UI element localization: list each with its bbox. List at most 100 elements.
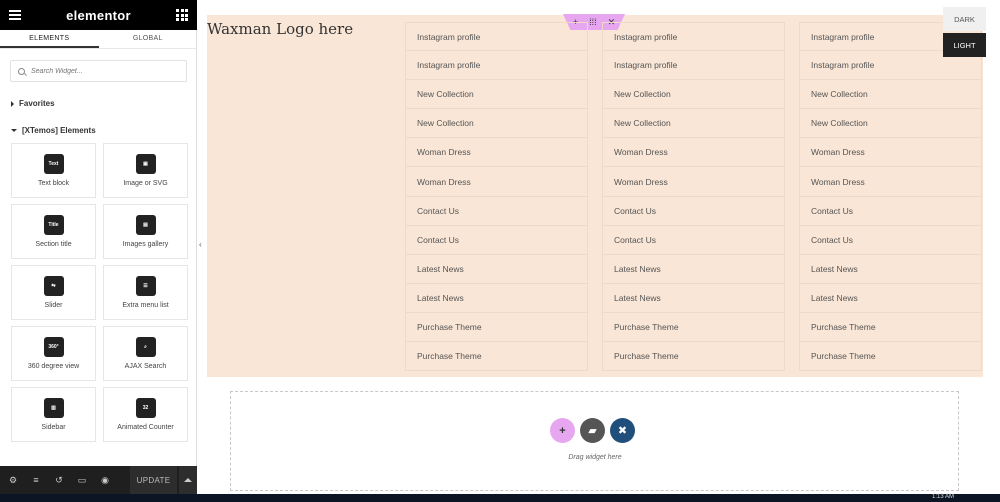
- menu-item[interactable]: Woman Dress: [799, 138, 982, 168]
- hamburger-menu-icon[interactable]: [9, 10, 21, 20]
- menu-item[interactable]: Woman Dress: [602, 138, 785, 168]
- menu-item[interactable]: Purchase Theme: [602, 342, 785, 372]
- widget-label: Section title: [35, 241, 72, 248]
- menu-item[interactable]: Latest News: [405, 283, 588, 313]
- xtemos-library-button[interactable]: ✖: [610, 418, 635, 443]
- menu-item[interactable]: Contact Us: [602, 225, 785, 255]
- update-button[interactable]: UPDATE: [130, 466, 177, 494]
- xtemos-elements-toggle[interactable]: [XTemos] Elements: [11, 126, 96, 135]
- navigator-icon[interactable]: ≡: [31, 475, 41, 485]
- add-new-section-button[interactable]: +: [550, 418, 575, 443]
- menu-item[interactable]: Latest News: [405, 254, 588, 284]
- menu-column-3: Instagram profile Instagram profile New …: [799, 22, 982, 372]
- sidebar-icon: ▥: [43, 398, 64, 418]
- widget-label: Sidebar: [41, 424, 66, 431]
- widget-label: Slider: [44, 302, 63, 309]
- search-input[interactable]: [31, 67, 181, 75]
- collapse-panel-icon[interactable]: ‹: [199, 240, 202, 249]
- caret-down-icon: [11, 129, 17, 132]
- widget-ajax-search[interactable]: ⌕ AJAX Search: [103, 326, 188, 381]
- menu-column-1: Instagram profile Instagram profile New …: [405, 22, 588, 372]
- widget-sidebar[interactable]: ▥ Sidebar: [11, 387, 96, 442]
- widget-images-gallery[interactable]: ▤ Images gallery: [103, 204, 188, 259]
- menu-item[interactable]: New Collection: [799, 80, 982, 110]
- menu-item[interactable]: New Collection: [405, 109, 588, 139]
- menu-item[interactable]: Contact Us: [405, 196, 588, 226]
- widget-section-title[interactable]: Title Section title: [11, 204, 96, 259]
- menu-item[interactable]: Instagram profile: [405, 51, 588, 81]
- xtemos-label: [XTemos] Elements: [22, 126, 96, 135]
- menu-item[interactable]: Latest News: [602, 283, 785, 313]
- widget-animated-counter[interactable]: 32 Animated Counter: [103, 387, 188, 442]
- favorites-toggle[interactable]: Favorites: [11, 99, 55, 108]
- menu-item[interactable]: Woman Dress: [405, 167, 588, 197]
- widget-label: Images gallery: [122, 241, 169, 248]
- section-title-icon: Title: [43, 215, 64, 235]
- widget-label: Image or SVG: [123, 180, 168, 187]
- menu-item[interactable]: Latest News: [602, 254, 785, 284]
- os-taskbar: [0, 494, 1000, 502]
- menu-item[interactable]: New Collection: [799, 109, 982, 139]
- taskbar-clock: 1:13 AM: [932, 494, 955, 500]
- site-logo-text: Waxman Logo here: [207, 20, 354, 38]
- widget-extra-menu-list[interactable]: ☰ Extra menu list: [103, 265, 188, 320]
- light-mode-button[interactable]: LIGHT: [943, 33, 986, 57]
- menu-item[interactable]: Contact Us: [405, 225, 588, 255]
- panel-header: elementor: [0, 0, 197, 30]
- caret-right-icon: [11, 100, 14, 107]
- menu-item[interactable]: Latest News: [799, 254, 982, 284]
- menu-item[interactable]: Purchase Theme: [799, 342, 982, 372]
- history-icon[interactable]: ↺: [54, 475, 64, 485]
- images-gallery-icon: ▤: [135, 215, 156, 235]
- slider-icon: ⇆: [43, 276, 64, 296]
- widget-label: AJAX Search: [124, 363, 167, 370]
- extra-menu-list-icon: ☰: [135, 276, 156, 296]
- menu-item[interactable]: Woman Dress: [405, 138, 588, 168]
- ajax-search-icon: ⌕: [135, 337, 156, 357]
- widget-360-view[interactable]: 360° 360 degree view: [11, 326, 96, 381]
- responsive-icon[interactable]: ▭: [77, 475, 87, 485]
- favorites-label: Favorites: [19, 99, 55, 108]
- menu-item[interactable]: New Collection: [405, 80, 588, 110]
- widget-label: Animated Counter: [117, 424, 174, 431]
- menu-item[interactable]: Latest News: [799, 283, 982, 313]
- widget-label: 360 degree view: [27, 363, 80, 370]
- menu-item[interactable]: Purchase Theme: [405, 312, 588, 343]
- menu-column-2: Instagram profile Instagram profile New …: [602, 22, 785, 372]
- text-block-icon: Text: [43, 154, 64, 174]
- menu-item[interactable]: Contact Us: [799, 196, 982, 226]
- drag-handle-icon[interactable]: ⁞⁞⁞: [589, 17, 597, 27]
- widget-search[interactable]: [10, 60, 187, 82]
- image-svg-icon: ▣: [135, 154, 156, 174]
- add-template-button[interactable]: ▰: [580, 418, 605, 443]
- menu-item[interactable]: New Collection: [602, 80, 785, 110]
- menu-item[interactable]: Instagram profile: [602, 51, 785, 81]
- dark-mode-button[interactable]: DARK: [943, 7, 986, 31]
- menu-item[interactable]: New Collection: [602, 109, 785, 139]
- menu-item[interactable]: Purchase Theme: [799, 312, 982, 343]
- menu-item[interactable]: Contact Us: [602, 196, 785, 226]
- chevron-up-icon: [184, 478, 192, 482]
- update-options-button[interactable]: [178, 466, 197, 494]
- widget-image-svg[interactable]: ▣ Image or SVG: [103, 143, 188, 198]
- widget-label: Text block: [37, 180, 70, 187]
- menu-item[interactable]: Instagram profile: [602, 22, 785, 52]
- dropzone-hint: Drag widget here: [568, 454, 622, 461]
- menu-item[interactable]: Woman Dress: [602, 167, 785, 197]
- widgets-grid-icon[interactable]: [176, 9, 188, 21]
- animated-counter-icon: 32: [135, 398, 156, 418]
- settings-icon[interactable]: ⚙: [8, 475, 18, 485]
- widget-text-block[interactable]: Text Text block: [11, 143, 96, 198]
- tab-elements[interactable]: ELEMENTS: [0, 30, 99, 48]
- menu-item[interactable]: Woman Dress: [799, 167, 982, 197]
- menu-item[interactable]: Purchase Theme: [602, 312, 785, 343]
- tab-global[interactable]: GLOBAL: [99, 30, 198, 48]
- menu-item[interactable]: Contact Us: [799, 225, 982, 255]
- menu-item[interactable]: Purchase Theme: [405, 342, 588, 372]
- dropzone-actions: + ▰ ✖: [550, 418, 635, 443]
- panel-footer: ⚙ ≡ ↺ ▭ ◉ UPDATE: [0, 466, 197, 494]
- widget-slider[interactable]: ⇆ Slider: [11, 265, 96, 320]
- preview-icon[interactable]: ◉: [100, 475, 110, 485]
- search-icon: [18, 67, 25, 75]
- menu-item[interactable]: Instagram profile: [405, 22, 588, 52]
